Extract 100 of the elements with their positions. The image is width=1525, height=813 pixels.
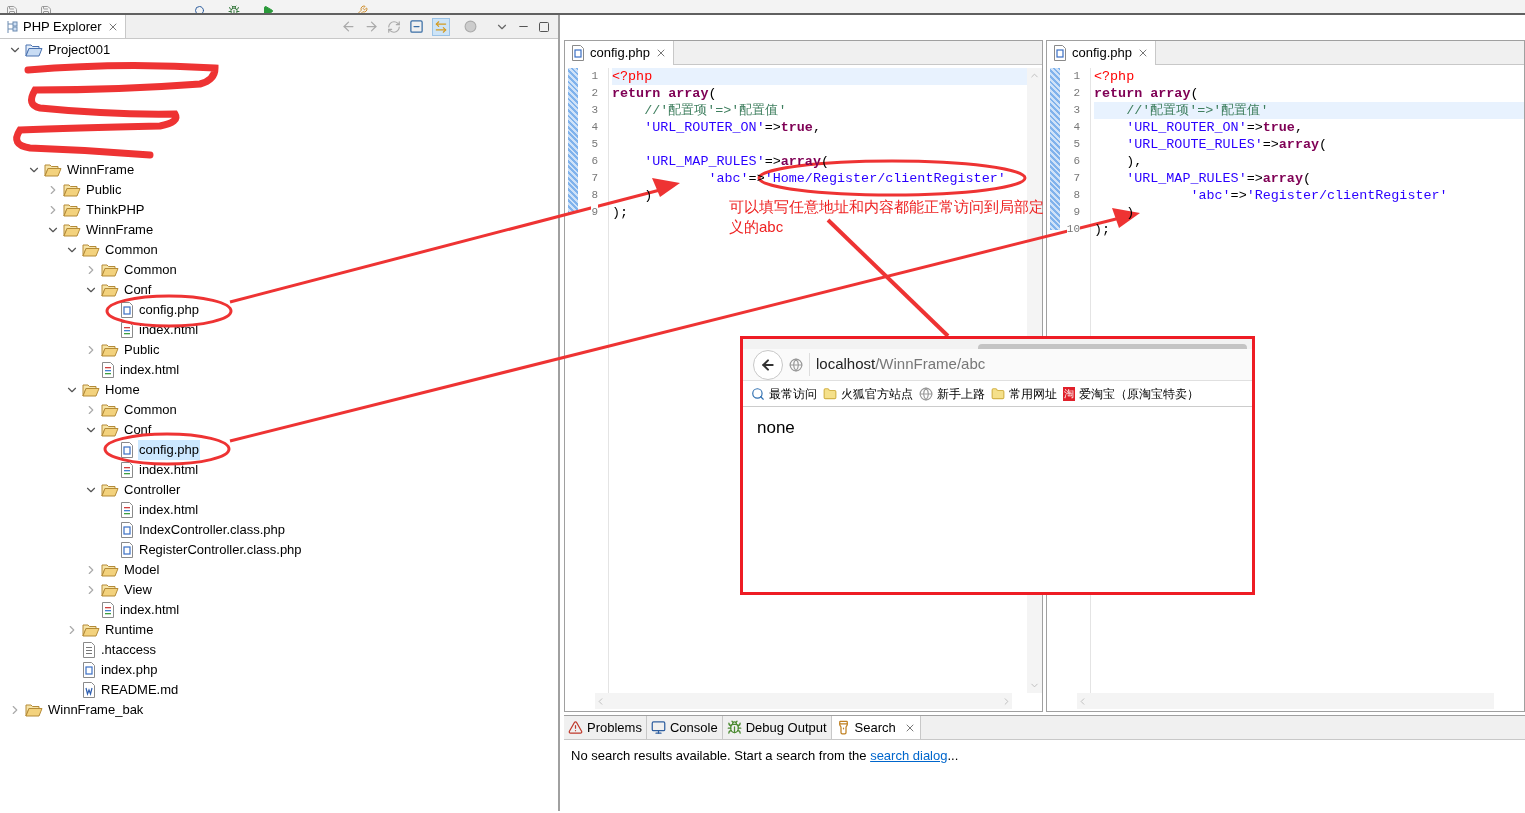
folder-icon xyxy=(101,343,119,357)
php-file-icon xyxy=(1053,45,1067,61)
horizontal-scrollbar[interactable] xyxy=(595,693,1012,709)
folder-icon xyxy=(63,203,81,217)
php-file-icon xyxy=(120,542,134,558)
tree-item[interactable]: index.php xyxy=(100,660,159,680)
code-line: //'配置项'=>'配置值' xyxy=(1125,102,1269,119)
bug-icon xyxy=(726,720,742,735)
back-button[interactable] xyxy=(753,349,783,380)
tree-item[interactable]: View xyxy=(123,580,153,600)
folder-icon xyxy=(63,183,81,197)
tree-item[interactable]: WinnFrame xyxy=(66,160,136,180)
tree-item[interactable]: Public xyxy=(123,340,161,360)
warning-icon xyxy=(568,720,583,735)
tree-item[interactable]: index.html xyxy=(138,500,200,520)
tree-item[interactable]: config.php xyxy=(138,440,200,460)
tree-item[interactable]: Model xyxy=(123,560,161,580)
back-icon xyxy=(760,356,776,373)
bookmark[interactable]: 淘 爱淘宝（原淘宝特卖） xyxy=(1063,384,1199,403)
tree-item[interactable]: config.php xyxy=(138,300,200,320)
text-file-icon xyxy=(82,642,96,658)
folder-icon xyxy=(101,563,119,577)
search-dialog-link[interactable]: search dialog xyxy=(870,748,948,763)
bookmark[interactable]: 最常访问 xyxy=(751,384,817,403)
back-icon[interactable] xyxy=(341,19,356,34)
code-line: ); xyxy=(1094,221,1111,238)
folder-icon xyxy=(82,243,100,257)
editor-tab[interactable]: config.php xyxy=(565,41,674,65)
code-line: ); xyxy=(612,204,629,221)
code-line: 'abc'=>'Register/clientRegister' xyxy=(1189,187,1448,204)
html-file-icon xyxy=(101,362,115,378)
folder-icon xyxy=(25,703,43,717)
tree-item[interactable]: index.html xyxy=(119,600,181,620)
php-file-icon xyxy=(120,522,134,538)
code-line: return array( xyxy=(612,85,717,102)
folder-icon xyxy=(823,386,837,401)
folder-icon xyxy=(101,263,119,277)
horizontal-scrollbar[interactable] xyxy=(1077,693,1494,709)
tree-item[interactable]: index.html xyxy=(119,360,181,380)
bookmark[interactable]: 常用网址 xyxy=(991,384,1057,403)
tree-item[interactable]: ThinkPHP xyxy=(85,200,146,220)
php-file-icon xyxy=(82,662,96,678)
link-icon xyxy=(434,19,448,34)
tree-icon xyxy=(6,19,18,34)
forward-icon[interactable] xyxy=(364,19,379,34)
tree-item[interactable]: Conf xyxy=(123,420,153,440)
code-line: ) xyxy=(1125,204,1135,221)
folder-icon xyxy=(101,423,119,437)
tree-item[interactable]: Home xyxy=(104,380,141,400)
close-icon[interactable] xyxy=(1137,47,1149,59)
view-tab[interactable]: PHP Explorer xyxy=(0,15,126,38)
code-line: //'配置项'=>'配置值' xyxy=(643,102,787,119)
html-file-icon xyxy=(120,462,134,478)
php-file-icon xyxy=(120,442,134,458)
collapse-all-icon[interactable] xyxy=(409,19,424,34)
folder-icon xyxy=(101,283,119,297)
folder-icon xyxy=(101,403,119,417)
shop-badge: 淘 xyxy=(1063,386,1075,401)
monitor-icon xyxy=(650,720,666,735)
tree-item[interactable]: index.html xyxy=(138,320,200,340)
tree-item[interactable]: Public xyxy=(85,180,123,200)
annotation-note: 可以填写任意地址和内容都能正常访问到局部定义的abc xyxy=(729,197,1045,237)
tree-item[interactable]: Common xyxy=(104,240,159,260)
link-editor-button[interactable] xyxy=(432,17,450,36)
bookmark[interactable]: 新手上路 xyxy=(919,384,985,403)
page-content: none xyxy=(756,417,796,439)
code-line: 'URL_ROUTER_ON'=>true, xyxy=(1125,119,1303,136)
tree-item[interactable]: Project001 xyxy=(47,40,112,60)
panel-tab[interactable]: Search xyxy=(831,716,921,739)
tree-item[interactable]: Runtime xyxy=(104,620,155,640)
editor-tab[interactable]: config.php xyxy=(1047,41,1156,65)
code-line: 'URL_MAP_RULES'=>array( xyxy=(1125,170,1311,187)
globe-icon xyxy=(919,386,933,401)
tree-item[interactable]: index.html xyxy=(138,460,200,480)
tree-item[interactable]: IndexController.class.php xyxy=(138,520,286,540)
code-line: ) xyxy=(643,187,653,204)
tree-item[interactable]: README.md xyxy=(100,680,180,700)
php-file-icon xyxy=(120,302,134,318)
tree-item[interactable]: WinnFrame_bak xyxy=(47,700,145,720)
tree-item[interactable]: Conf xyxy=(123,280,153,300)
maximize-icon[interactable] xyxy=(538,20,550,33)
tree-item[interactable]: .htaccess xyxy=(100,640,157,660)
tree-item[interactable]: Common xyxy=(123,400,178,420)
close-icon[interactable] xyxy=(655,47,667,59)
word-file-icon xyxy=(82,682,96,698)
refresh-icon[interactable] xyxy=(387,19,401,34)
folder-icon xyxy=(63,223,81,237)
folder-icon xyxy=(991,386,1005,401)
tree-item[interactable]: RegisterController.class.php xyxy=(138,540,303,560)
tree-item[interactable]: Controller xyxy=(123,480,182,500)
code-line: ), xyxy=(1125,153,1143,170)
tree-item[interactable]: Common xyxy=(123,260,178,280)
globe-icon xyxy=(789,357,803,372)
tree-item[interactable]: WinnFrame xyxy=(85,220,155,240)
code-line: 'URL_ROUTE_RULES'=>array( xyxy=(1125,136,1328,153)
circles-icon[interactable] xyxy=(464,20,477,33)
folder-icon xyxy=(101,483,119,497)
html-file-icon xyxy=(120,502,134,518)
code-line: <?php xyxy=(1094,68,1135,85)
bookmark[interactable]: 火狐官方站点 xyxy=(823,384,913,403)
